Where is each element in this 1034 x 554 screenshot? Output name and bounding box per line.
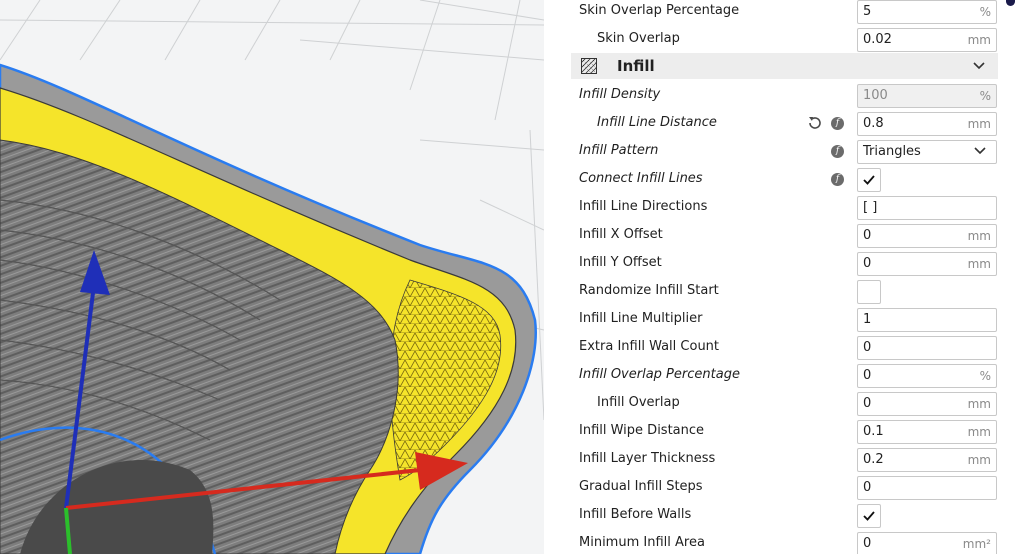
- setting-label: Minimum Infill Area: [579, 535, 705, 550]
- input-unit: mm: [967, 425, 991, 439]
- setting-infill-line-multiplier: Infill Line Multiplier 1: [544, 308, 1014, 336]
- input-unit: mm: [967, 33, 991, 47]
- setting-label: Extra Infill Wall Count: [579, 339, 720, 354]
- setting-label: Infill Overlap Percentage: [579, 367, 740, 382]
- input-value: 0.8: [863, 116, 884, 131]
- model-render[interactable]: [0, 0, 544, 554]
- checkmark-icon: [863, 175, 875, 185]
- setting-infill-line-directions: Infill Line Directions [ ]: [544, 196, 1014, 224]
- setting-skin-overlap: Skin Overlap 0.02 mm: [544, 28, 1014, 56]
- input-value: 100: [863, 88, 888, 103]
- category-label: Infill: [617, 57, 655, 75]
- infill-density-input[interactable]: 100 %: [857, 84, 997, 108]
- setting-label: Infill X Offset: [579, 227, 663, 242]
- input-value: 0: [863, 256, 872, 271]
- input-unit: %: [979, 89, 991, 103]
- fx-icon[interactable]: f: [831, 145, 844, 158]
- input-unit: mm: [967, 453, 991, 467]
- setting-label: Infill Y Offset: [579, 255, 662, 270]
- input-value: 0: [863, 396, 872, 411]
- setting-extra-infill-wall-count: Extra Infill Wall Count 0: [544, 336, 1014, 364]
- category-infill-header[interactable]: Infill: [571, 53, 998, 79]
- infill-pattern-select[interactable]: Triangles: [857, 140, 997, 164]
- input-unit: mm: [967, 257, 991, 271]
- input-unit: mm: [967, 229, 991, 243]
- setting-randomize-infill-start: Randomize Infill Start: [544, 280, 1014, 308]
- infill-line-multiplier-input[interactable]: 1: [857, 308, 997, 332]
- infill-before-walls-checkbox[interactable]: [857, 504, 881, 528]
- 3d-viewport[interactable]: [0, 0, 544, 554]
- setting-label: Infill Line Directions: [579, 199, 708, 214]
- setting-gradual-infill-steps: Gradual Infill Steps 0: [544, 476, 1014, 504]
- randomize-infill-start-checkbox[interactable]: [857, 280, 881, 304]
- infill-wipe-distance-input[interactable]: 0.1 mm: [857, 420, 997, 444]
- setting-infill-overlap: Infill Overlap 0 mm: [544, 392, 1014, 420]
- fx-icon[interactable]: f: [831, 173, 844, 186]
- input-value: 5: [863, 4, 872, 19]
- settings-panel[interactable]: Skin Overlap Percentage 5 % Skin Overlap…: [544, 0, 1034, 554]
- infill-overlap-percentage-input[interactable]: 0 %: [857, 364, 997, 388]
- setting-infill-overlap-percentage: Infill Overlap Percentage 0 %: [544, 364, 1014, 392]
- input-value: 0: [863, 368, 872, 383]
- setting-minimum-infill-area: Minimum Infill Area 0 mm²: [544, 532, 1014, 554]
- extra-infill-wall-count-input[interactable]: 0: [857, 336, 997, 360]
- input-value: 0: [863, 480, 872, 495]
- infill-overlap-input[interactable]: 0 mm: [857, 392, 997, 416]
- setting-label: Infill Density: [579, 87, 661, 102]
- setting-label: Connect Infill Lines: [579, 171, 703, 186]
- input-unit: %: [979, 369, 991, 383]
- input-unit: mm: [967, 397, 991, 411]
- infill-line-directions-input[interactable]: [ ]: [857, 196, 997, 220]
- setting-label: Infill Wipe Distance: [579, 423, 705, 438]
- input-value: 0.02: [863, 32, 892, 47]
- skin-overlap-input[interactable]: 0.02 mm: [857, 28, 997, 52]
- setting-label: Infill Layer Thickness: [579, 451, 716, 466]
- setting-label: Infill Overlap: [597, 395, 680, 410]
- setting-connect-infill-lines: Connect Infill Lines f: [544, 168, 1014, 196]
- fx-icon[interactable]: f: [831, 117, 844, 130]
- input-value: 1: [863, 312, 872, 327]
- chevron-down-icon: [974, 147, 986, 155]
- infill-category-icon: [581, 58, 597, 74]
- input-value: 0: [863, 340, 872, 355]
- infill-y-offset-input[interactable]: 0 mm: [857, 252, 997, 276]
- select-value: Triangles: [863, 144, 921, 159]
- minimum-infill-area-input[interactable]: 0 mm²: [857, 532, 997, 554]
- setting-infill-layer-thickness: Infill Layer Thickness 0.2 mm: [544, 448, 1014, 476]
- chevron-down-icon: [973, 62, 985, 70]
- infill-x-offset-input[interactable]: 0 mm: [857, 224, 997, 248]
- setting-infill-pattern: Infill Pattern f Triangles: [544, 140, 1014, 168]
- setting-skin-overlap-percentage: Skin Overlap Percentage 5 %: [544, 0, 1014, 28]
- input-value: 0.2: [863, 452, 884, 467]
- reset-icon[interactable]: [807, 115, 823, 131]
- input-value: 0: [863, 228, 872, 243]
- input-unit: %: [979, 5, 991, 19]
- setting-infill-x-offset: Infill X Offset 0 mm: [544, 224, 1014, 252]
- setting-label: Infill Pattern: [579, 143, 659, 158]
- setting-label: Gradual Infill Steps: [579, 479, 703, 494]
- setting-infill-density: Infill Density 100 %: [544, 84, 1014, 112]
- setting-label: Infill Before Walls: [579, 507, 692, 522]
- setting-label: Randomize Infill Start: [579, 283, 719, 298]
- input-unit: mm: [967, 117, 991, 131]
- input-value: 0: [863, 536, 872, 551]
- input-unit: mm²: [962, 537, 991, 551]
- infill-line-distance-input[interactable]: 0.8 mm: [857, 112, 997, 136]
- setting-label: Skin Overlap Percentage: [579, 3, 740, 18]
- setting-infill-wipe-distance: Infill Wipe Distance 0.1 mm: [544, 420, 1014, 448]
- setting-label: Infill Line Multiplier: [579, 311, 703, 326]
- setting-label: Infill Line Distance: [597, 115, 717, 130]
- checkmark-icon: [863, 511, 875, 521]
- setting-label: Skin Overlap: [597, 31, 680, 46]
- infill-layer-thickness-input[interactable]: 0.2 mm: [857, 448, 997, 472]
- input-value: [ ]: [863, 200, 878, 215]
- setting-infill-before-walls: Infill Before Walls: [544, 504, 1014, 532]
- input-value: 0.1: [863, 424, 884, 439]
- setting-infill-line-distance: Infill Line Distance f 0.8 mm: [544, 112, 1014, 140]
- skin-overlap-percentage-input[interactable]: 5 %: [857, 0, 997, 24]
- connect-infill-lines-checkbox[interactable]: [857, 168, 881, 192]
- setting-infill-y-offset: Infill Y Offset 0 mm: [544, 252, 1014, 280]
- gradual-infill-steps-input[interactable]: 0: [857, 476, 997, 500]
